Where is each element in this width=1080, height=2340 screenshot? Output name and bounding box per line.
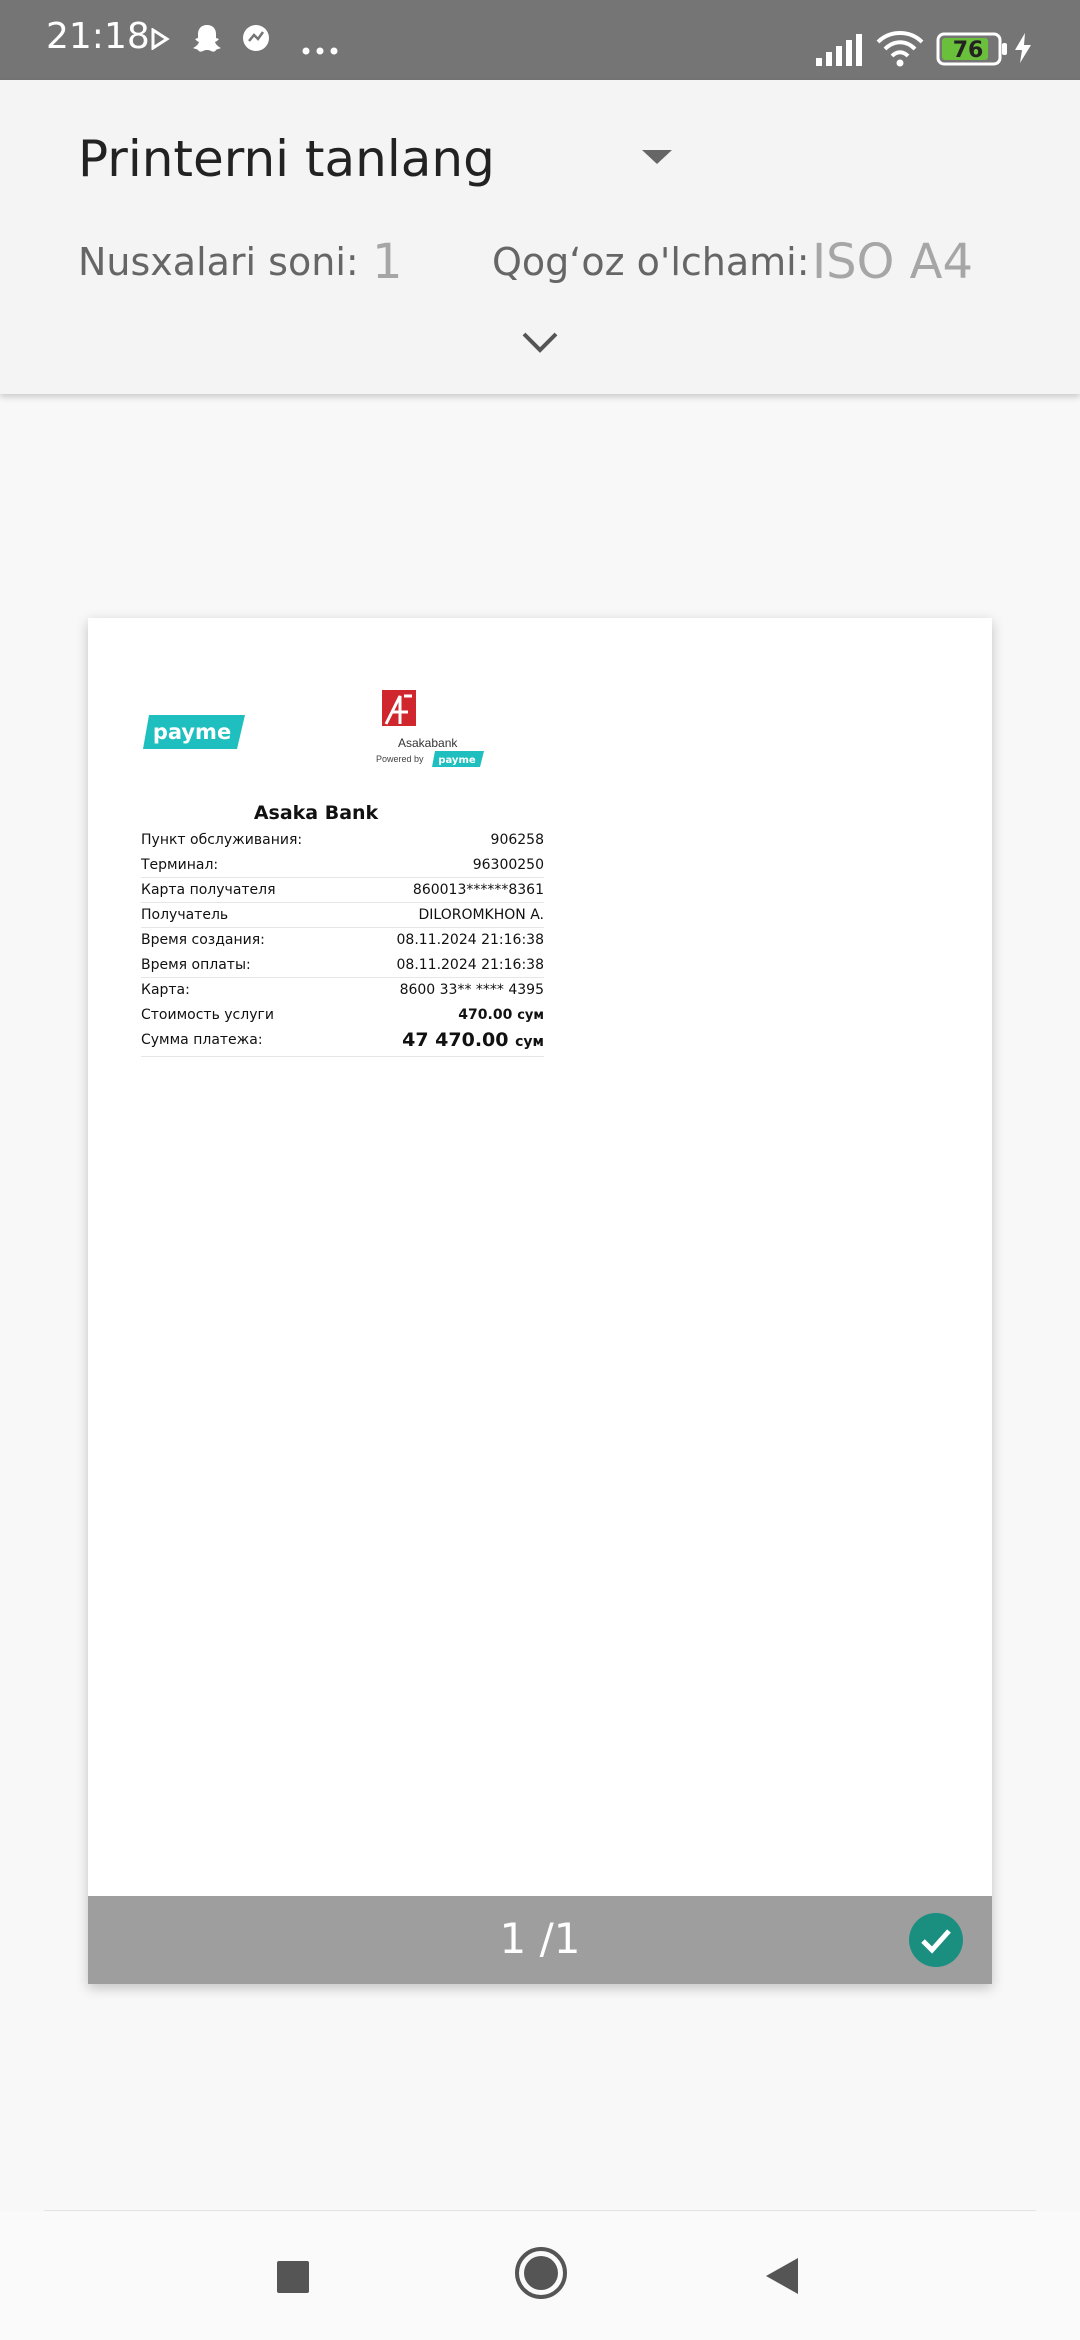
receipt-row: Пункт обслуживания: 906258 <box>141 828 544 853</box>
row-label: Время оплаты: <box>141 957 251 973</box>
row-value: 860013******8361 <box>412 882 544 898</box>
receipt-row: Терминал: 96300250 <box>141 853 544 878</box>
row-value: 906258 <box>490 832 544 848</box>
copies-value[interactable]: 1 <box>372 234 403 290</box>
powered-by-text: Powered by <box>376 754 424 764</box>
signal-icon <box>816 32 864 71</box>
row-value: 8600 33** **** 4395 <box>399 982 544 998</box>
navigation-bar <box>0 2212 1080 2340</box>
row-label: Пункт обслуживания: <box>141 832 303 848</box>
row-label: Сумма платежа: <box>141 1032 263 1048</box>
row-label: Время создания: <box>141 932 265 948</box>
status-time: 21:18 <box>46 16 150 57</box>
row-value: DILOROMKHON A. <box>418 907 545 923</box>
snapchat-icon <box>190 22 224 61</box>
row-label: Стоимость услуги <box>141 1007 274 1023</box>
page-footer: 1 /1 <box>88 1896 992 1984</box>
printer-select-label[interactable]: Printerni tanlang <box>78 130 495 188</box>
charging-icon <box>1012 32 1034 69</box>
app-icon <box>240 22 272 59</box>
nav-divider <box>44 2210 1036 2211</box>
page-preview[interactable]: payme Asakabank Powered by payme Asaka B… <box>88 618 992 1984</box>
expand-options-chevron-icon[interactable] <box>520 330 560 361</box>
page-counter: 1 /1 <box>499 1914 581 1963</box>
receipt-row: Время создания: 08.11.2024 21:16:38 <box>141 928 544 953</box>
print-options-header: Printerni tanlang Nusxalari soni: 1 Qog‘… <box>0 80 1080 394</box>
battery-icon: 76 <box>936 32 1008 71</box>
payment-total-amount: 47 470.00 <box>402 1029 509 1051</box>
receipt-row: Стоимость услуги 470.00 сум <box>141 1003 544 1028</box>
play-store-icon <box>150 27 170 55</box>
battery-level: 76 <box>953 38 984 63</box>
paper-size-value[interactable]: ISO A4 <box>812 234 973 290</box>
service-fee-amount: 470.00 <box>458 1007 513 1023</box>
row-label: Карта получателя <box>141 882 276 898</box>
svg-text:payme: payme <box>438 755 476 766</box>
row-value: 47 470.00 сум <box>402 1029 544 1051</box>
recents-square-icon[interactable] <box>276 2260 310 2299</box>
receipt-title: Asaka Bank <box>253 802 379 824</box>
asakabank-logo-text: Asakabank <box>398 736 458 750</box>
paper-size-label: Qog‘oz o'lchami: <box>492 240 810 284</box>
page-selected-check-icon[interactable] <box>908 1912 964 1973</box>
home-circle-icon[interactable] <box>514 2246 568 2305</box>
row-label: Получатель <box>141 907 229 923</box>
receipt-row: Карта получателя 860013******8361 <box>141 878 544 903</box>
currency-label: сум <box>517 1008 544 1023</box>
receipt-rows: Пункт обслуживания: 906258 Терминал: 963… <box>141 828 544 1057</box>
printer-dropdown-arrow-icon[interactable] <box>640 148 674 171</box>
status-bar: 21:18 76 <box>0 0 1080 80</box>
row-value: 08.11.2024 21:16:38 <box>396 932 545 948</box>
row-value: 470.00 сум <box>458 1007 544 1023</box>
copies-label: Nusxalari soni: <box>78 240 359 284</box>
more-icon <box>302 42 338 60</box>
receipt-row: Карта: 8600 33** **** 4395 <box>141 978 544 1003</box>
powered-payme-logo: payme <box>432 751 484 767</box>
row-value: 96300250 <box>472 857 544 873</box>
currency-label: сум <box>515 1034 544 1050</box>
receipt-row: Сумма платежа: 47 470.00 сум <box>141 1028 544 1057</box>
asakabank-logo-icon <box>382 690 416 726</box>
svg-text:payme: payme <box>153 720 231 744</box>
receipt-row: Получатель DILOROMKHON A. <box>141 903 544 928</box>
row-label: Терминал: <box>141 857 219 873</box>
row-label: Карта: <box>141 982 190 998</box>
back-triangle-icon[interactable] <box>764 2256 800 2301</box>
row-value: 08.11.2024 21:16:38 <box>396 957 545 973</box>
receipt-row: Время оплаты: 08.11.2024 21:16:38 <box>141 953 544 978</box>
payme-logo: payme <box>143 715 245 749</box>
wifi-icon <box>876 30 924 73</box>
